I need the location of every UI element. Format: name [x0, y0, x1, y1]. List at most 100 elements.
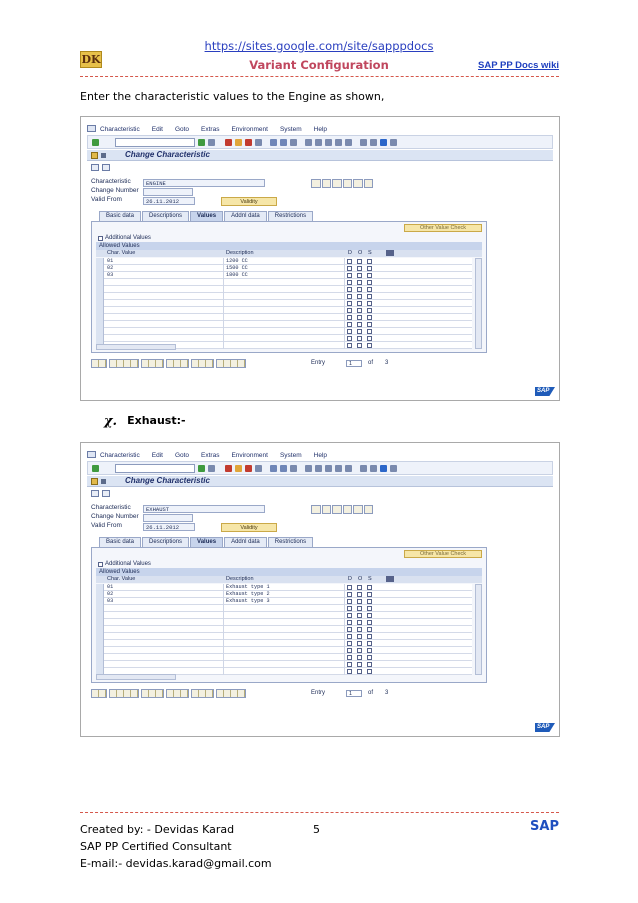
- field-action-icon[interactable]: [332, 505, 342, 514]
- grid-action-icon[interactable]: [231, 690, 238, 697]
- checkbox-icon[interactable]: [98, 235, 103, 241]
- toolbar-icon[interactable]: [255, 464, 262, 472]
- change-number-field[interactable]: [143, 514, 193, 522]
- toolbar-icon[interactable]: [245, 138, 252, 146]
- grid-action-icon[interactable]: [124, 690, 131, 697]
- s-checkbox[interactable]: [367, 287, 372, 292]
- grid-action-icon[interactable]: [224, 360, 231, 367]
- other-checkbox[interactable]: [357, 606, 362, 611]
- table-row[interactable]: 01 Exhaust type 1: [96, 584, 472, 591]
- menu-item-edit[interactable]: Edit: [152, 126, 163, 133]
- cell-char-value[interactable]: 03: [107, 272, 113, 279]
- grid-action-icon[interactable]: [124, 360, 131, 367]
- toolbar-icon[interactable]: [390, 464, 397, 472]
- row-selector[interactable]: [96, 584, 104, 591]
- window-menu-icon[interactable]: [87, 125, 96, 132]
- toolbar-icon[interactable]: [380, 138, 387, 146]
- entry-field[interactable]: 1: [346, 360, 362, 367]
- grid-action-icon[interactable]: [92, 360, 99, 367]
- other-checkbox[interactable]: [357, 343, 362, 348]
- grid-action-icon[interactable]: [131, 690, 138, 697]
- row-selector[interactable]: [96, 279, 104, 286]
- other-checkbox[interactable]: [357, 315, 362, 320]
- grid-action-icon[interactable]: [156, 360, 163, 367]
- row-selector[interactable]: [96, 293, 104, 300]
- other-checkbox[interactable]: [357, 301, 362, 306]
- column-header-s[interactable]: S: [368, 576, 372, 583]
- characteristic-field[interactable]: ENGINE: [143, 179, 265, 187]
- print-icon[interactable]: [102, 490, 110, 497]
- grid-action-icon[interactable]: [110, 690, 117, 697]
- s-checkbox[interactable]: [367, 613, 372, 618]
- table-row[interactable]: [96, 654, 472, 661]
- table-row[interactable]: [96, 626, 472, 633]
- other-checkbox[interactable]: [357, 662, 362, 667]
- table-row[interactable]: [96, 328, 472, 335]
- menu-item-goto[interactable]: Goto: [175, 126, 189, 133]
- default-checkbox[interactable]: [347, 315, 352, 320]
- other-checkbox[interactable]: [357, 329, 362, 334]
- table-row[interactable]: [96, 321, 472, 328]
- grid-action-icon[interactable]: [167, 360, 174, 367]
- grid-action-icon[interactable]: [192, 360, 199, 367]
- grid-action-icon[interactable]: [217, 690, 224, 697]
- default-checkbox[interactable]: [347, 259, 352, 264]
- default-checkbox[interactable]: [347, 592, 352, 597]
- default-checkbox[interactable]: [347, 655, 352, 660]
- other-checkbox[interactable]: [357, 648, 362, 653]
- tab-basic-data[interactable]: Basic data: [99, 211, 142, 221]
- default-checkbox[interactable]: [347, 329, 352, 334]
- table-row[interactable]: [96, 286, 472, 293]
- toolbar-icon[interactable]: [305, 138, 312, 146]
- grid-action-icon[interactable]: [206, 360, 213, 367]
- toolbar-icon[interactable]: [198, 138, 205, 146]
- toolbar-icon[interactable]: [280, 138, 287, 146]
- toolbar-icon[interactable]: [208, 464, 215, 472]
- tab-basic-data[interactable]: Basic data: [99, 537, 142, 547]
- row-selector[interactable]: [96, 647, 104, 654]
- default-checkbox[interactable]: [347, 634, 352, 639]
- table-row[interactable]: [96, 293, 472, 300]
- row-selector[interactable]: [96, 321, 104, 328]
- valid-from-field[interactable]: 26.11.2012: [143, 523, 195, 531]
- class-icon[interactable]: [91, 490, 99, 497]
- grid-action-icon[interactable]: [142, 690, 149, 697]
- field-action-icon[interactable]: [311, 505, 321, 514]
- horizontal-scrollbar[interactable]: [96, 344, 176, 350]
- cell-char-value[interactable]: 03: [107, 598, 113, 605]
- cell-description[interactable]: Exhaust type 1: [226, 584, 270, 591]
- menu-item-environment[interactable]: Environment: [231, 452, 268, 459]
- other-checkbox[interactable]: [357, 620, 362, 625]
- row-selector[interactable]: [96, 300, 104, 307]
- screen-menu-icon[interactable]: [91, 478, 98, 485]
- default-checkbox[interactable]: [347, 343, 352, 348]
- toolbar-icon[interactable]: [345, 464, 352, 472]
- grid-action-icon[interactable]: [149, 690, 156, 697]
- tab-descriptions[interactable]: Descriptions: [142, 537, 190, 547]
- default-checkbox[interactable]: [347, 266, 352, 271]
- s-checkbox[interactable]: [367, 273, 372, 278]
- menu-item-extras[interactable]: Extras: [201, 126, 219, 133]
- toolbar-icon[interactable]: [290, 464, 297, 472]
- dropdown-arrow-icon[interactable]: [101, 479, 106, 484]
- menu-item-help[interactable]: Help: [314, 126, 327, 133]
- default-checkbox[interactable]: [347, 648, 352, 653]
- toolbar-icon[interactable]: [370, 464, 377, 472]
- field-action-icon[interactable]: [353, 505, 363, 514]
- default-checkbox[interactable]: [347, 273, 352, 278]
- grid-action-icon[interactable]: [92, 690, 99, 697]
- other-value-check-button[interactable]: Other Value Check: [404, 224, 482, 232]
- column-header-d[interactable]: D: [348, 250, 352, 257]
- entry-field[interactable]: 1: [346, 690, 362, 697]
- table-row[interactable]: 02 Exhaust type 2: [96, 591, 472, 598]
- default-checkbox[interactable]: [347, 669, 352, 674]
- cell-description[interactable]: 1500 CC: [226, 265, 248, 272]
- row-selector[interactable]: [96, 605, 104, 612]
- other-checkbox[interactable]: [357, 592, 362, 597]
- wiki-link[interactable]: SAP PP Docs wiki: [470, 60, 559, 71]
- default-checkbox[interactable]: [347, 322, 352, 327]
- grid-action-icon[interactable]: [192, 690, 199, 697]
- cell-description[interactable]: Exhaust type 3: [226, 598, 270, 605]
- cell-char-value[interactable]: 01: [107, 584, 113, 591]
- field-action-icon[interactable]: [342, 179, 352, 188]
